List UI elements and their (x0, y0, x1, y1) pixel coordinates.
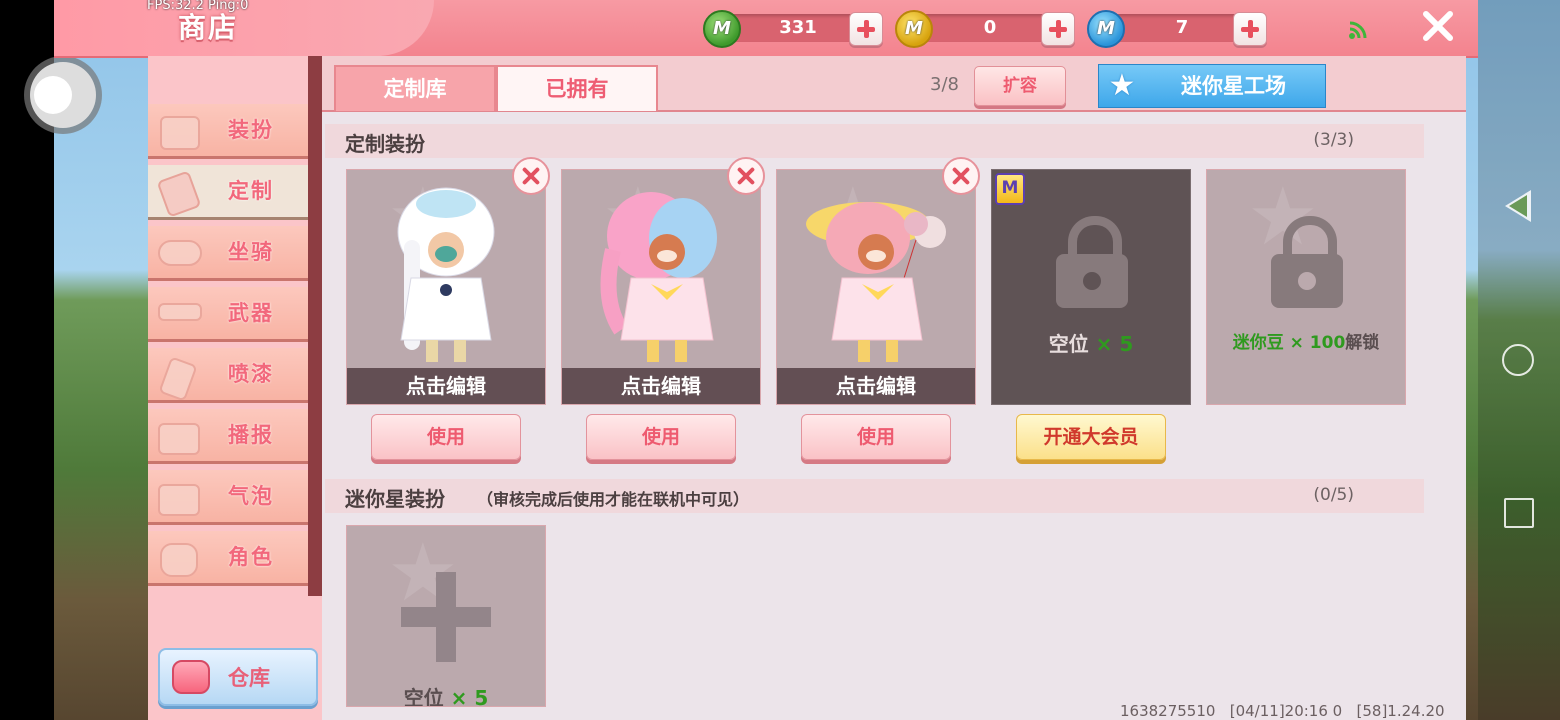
bubble-box-icon (154, 476, 202, 516)
add-blue-coin-button[interactable] (1233, 12, 1267, 46)
sidebar-item-custom[interactable]: 定制 (148, 165, 308, 220)
mini-star-section-header: 迷你星装扮 （审核完成后使用才能在联机中可见） (0/5) (325, 479, 1424, 513)
empty-slot-text: 空位 × 5 (403, 686, 489, 707)
use-outfit-3-button[interactable]: 使用 (801, 414, 951, 460)
bean-unlock-slot[interactable]: ★ 迷你豆 × 100解锁 (1206, 169, 1406, 405)
avatar-preview-sunhat (806, 202, 946, 362)
shirt-icon (154, 110, 202, 150)
capacity-count: 3/8 (930, 74, 959, 95)
add-gold-coin-button[interactable] (1041, 12, 1075, 46)
warehouse-bag-icon (172, 660, 210, 694)
broadcast-box-icon (154, 415, 202, 455)
delete-outfit-2-button[interactable] (727, 157, 765, 195)
gold-m-coin-icon: M (895, 10, 933, 48)
sidebar-item-outfit[interactable]: 装扮 (148, 104, 308, 159)
sidebar-item-label: 武器 (228, 301, 274, 325)
add-star-outfit-slot[interactable]: ★ 空位 × 5 (346, 525, 546, 707)
green-m-coin-icon: M (703, 10, 741, 48)
fps-ping-readout: FPS:32.2 Ping:0 (147, 0, 249, 13)
android-recents-icon[interactable] (1504, 498, 1534, 528)
vip-badge: M (995, 173, 1025, 205)
open-vip-button[interactable]: 开通大会员 (1016, 414, 1166, 460)
star-icon: ★ (1108, 68, 1136, 103)
card-caption-bar: 点击编辑 (562, 368, 760, 404)
sidebar-item-label: 角色 (228, 545, 274, 569)
workshop-label: 迷你星工场 (1181, 74, 1286, 98)
delete-outfit-1-button[interactable] (512, 157, 550, 195)
sidebar-item-mount[interactable]: 坐骑 (148, 226, 308, 281)
character-icon (154, 537, 202, 577)
use-outfit-1-button[interactable]: 使用 (371, 414, 521, 460)
section-title: 定制装扮 (345, 132, 425, 156)
close-shop-button[interactable] (1420, 8, 1456, 44)
sidebar-item-character[interactable]: 角色 (148, 531, 308, 586)
sidebar-item-label: 坐骑 (228, 240, 274, 264)
sidebar-item-broadcast[interactable]: 播报 (148, 409, 308, 464)
sidebar-item-bubble[interactable]: 气泡 (148, 470, 308, 525)
sidebar-item-weapon[interactable]: 武器 (148, 287, 308, 342)
custom-outfit-section-header: 定制装扮 (3/3) (325, 124, 1424, 158)
warehouse-button[interactable]: 仓库 (158, 648, 318, 706)
plus-icon-vertical (436, 572, 456, 662)
floating-assistant-button[interactable] (30, 62, 96, 128)
android-back-icon[interactable] (1505, 190, 1531, 222)
edit-caption[interactable]: 点击编辑 (347, 368, 545, 404)
sidebar-item-label: 喷漆 (228, 362, 274, 386)
section-count: (3/3) (1313, 130, 1354, 150)
bean-unlock-text: 迷你豆 × 100解锁 (1232, 333, 1380, 353)
add-green-coin-button[interactable] (849, 12, 883, 46)
locked-vip-slot[interactable]: M 空位 × 5 (991, 169, 1191, 405)
sidebar-item-label: 播报 (228, 423, 274, 447)
sidebar-item-label: 装扮 (228, 118, 274, 142)
spray-can-icon (154, 354, 202, 402)
warehouse-label: 仓库 (228, 666, 270, 690)
section-title: 迷你星装扮 (345, 487, 445, 511)
sidebar-item-label: 定制 (228, 179, 274, 203)
custom-outfit-card-3[interactable]: ★ 点击编辑 (776, 169, 976, 405)
avatar-preview-white-hair (397, 187, 495, 362)
build-info-text: 1638275510 [04/11]20:16 0 [58]1.24.20 (1120, 702, 1445, 720)
empty-slot-text: 空位 × 5 (1048, 332, 1134, 356)
sidebar-edge (308, 56, 322, 596)
use-outfit-2-button[interactable]: 使用 (586, 414, 736, 460)
card-caption-bar: 点击编辑 (347, 368, 545, 404)
card-caption-bar: 点击编辑 (777, 368, 975, 404)
delete-outfit-3-button[interactable] (942, 157, 980, 195)
edit-caption[interactable]: 点击编辑 (777, 368, 975, 404)
custom-outfit-card-1[interactable]: ★ 点击编辑 (346, 169, 546, 405)
tab-owned[interactable]: 已拥有 (496, 65, 658, 111)
sidebar-item-spray[interactable]: 喷漆 (148, 348, 308, 403)
section-note: （审核完成后使用才能在联机中可见） (477, 490, 750, 509)
android-home-icon[interactable] (1502, 344, 1534, 376)
design-tools-icon (154, 170, 202, 218)
section-count: (0/5) (1313, 485, 1354, 505)
signal-icon (1349, 21, 1367, 39)
blue-m-coin-icon: M (1087, 10, 1125, 48)
edit-caption[interactable]: 点击编辑 (562, 368, 760, 404)
custom-outfit-card-2[interactable]: ★ 点击编辑 (561, 169, 761, 405)
mini-star-workshop-button[interactable]: ★ 迷你星工场 (1098, 64, 1326, 108)
gun-icon (154, 293, 202, 333)
lock-icon (1271, 216, 1343, 308)
sidebar-item-label: 气泡 (228, 484, 274, 508)
expand-capacity-button[interactable]: 扩容 (974, 66, 1066, 106)
saddle-icon (154, 232, 202, 272)
tab-custom-library[interactable]: 定制库 (334, 65, 496, 111)
avatar-preview-pink-hair (600, 192, 717, 362)
lock-icon (1056, 216, 1128, 308)
